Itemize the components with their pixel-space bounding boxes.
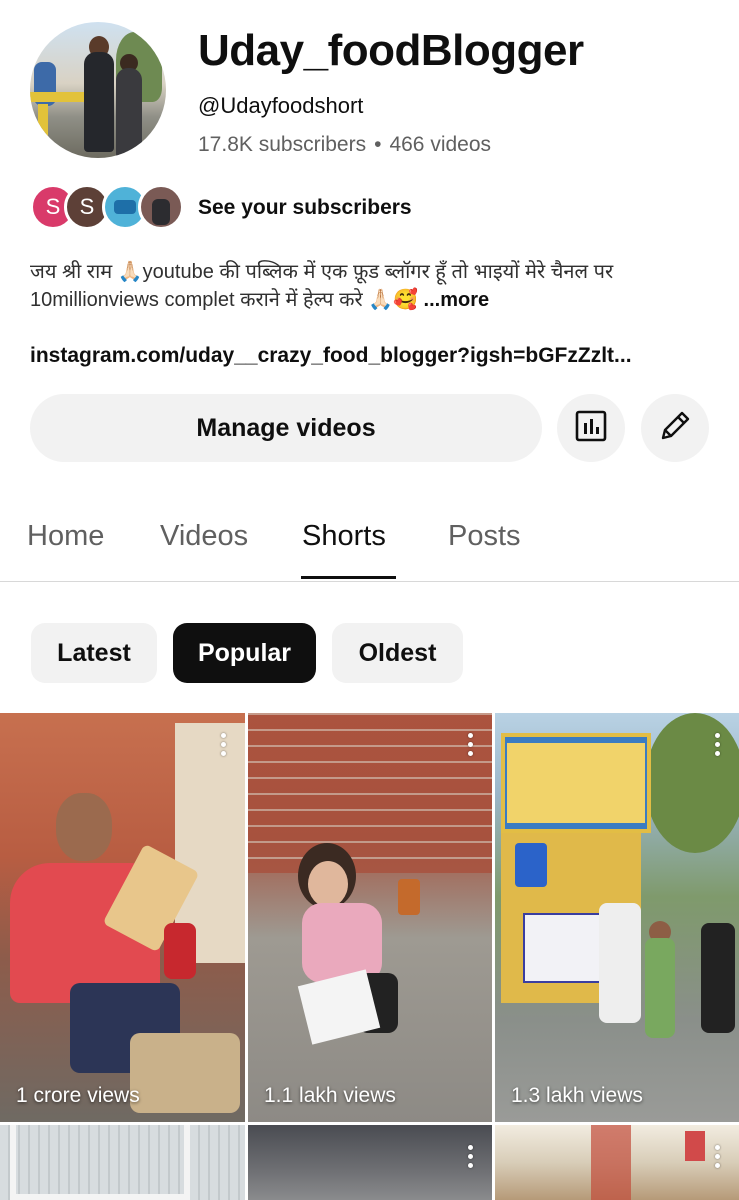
filter-popular-chip[interactable]: Popular — [173, 623, 316, 683]
water-drum — [515, 843, 547, 887]
short-thumbnail[interactable]: 1.1 lakh views — [248, 713, 492, 1122]
short-views: 1.1 lakh views — [264, 1084, 396, 1107]
tab-posts[interactable]: Posts — [448, 520, 521, 553]
stall-banner — [523, 913, 609, 983]
edit-channel-button[interactable] — [641, 394, 709, 462]
description-more-link[interactable]: ...more — [424, 289, 490, 311]
stall-sign-panel — [507, 743, 645, 823]
child — [645, 938, 675, 1038]
brick-wall — [248, 713, 492, 873]
description-text: जय श्री राम 🙏🏻youtube की पब्लिक में एक फ… — [30, 261, 614, 311]
person — [599, 903, 641, 1023]
short-thumbnail[interactable] — [495, 1125, 739, 1200]
short-thumbnail[interactable] — [0, 1125, 245, 1200]
channel-link[interactable]: instagram.com/uday__crazy_food_blogger?i… — [30, 344, 720, 368]
short-thumbnail[interactable]: 1.3 lakh views — [495, 713, 739, 1122]
channel-name: Uday_foodBlogger — [198, 26, 584, 75]
analytics-button[interactable] — [557, 394, 625, 462]
hanging-items — [591, 1125, 631, 1200]
plant-pot — [398, 879, 420, 915]
food-tray — [130, 1033, 240, 1113]
more-options-icon[interactable] — [221, 733, 227, 759]
avatar-railing-post — [38, 104, 48, 158]
short-views: 1 crore views — [16, 1084, 140, 1107]
avatar-person — [116, 68, 142, 158]
see-subscribers-row[interactable]: S S See your subscribers — [30, 184, 530, 234]
stats-separator: • — [374, 133, 382, 156]
short-views: 1.3 lakh views — [511, 1084, 643, 1107]
more-options-icon[interactable] — [468, 1145, 474, 1171]
window-frame — [10, 1125, 190, 1200]
see-subscribers-label[interactable]: See your subscribers — [198, 196, 412, 220]
tab-videos[interactable]: Videos — [160, 520, 248, 553]
girl-face — [308, 861, 348, 907]
red-jar — [164, 923, 196, 979]
video-count: 466 videos — [389, 133, 492, 156]
analytics-icon — [574, 409, 608, 448]
avatar-person — [84, 52, 114, 152]
more-options-icon[interactable] — [715, 1145, 721, 1171]
papers — [297, 969, 381, 1045]
tab-shorts[interactable]: Shorts — [302, 520, 386, 553]
tab-home[interactable]: Home — [27, 520, 104, 553]
more-options-icon[interactable] — [468, 733, 474, 759]
channel-description[interactable]: जय श्री राम 🙏🏻youtube की पब्लिक में एक फ… — [30, 258, 720, 314]
manage-videos-button[interactable]: Manage videos — [30, 394, 542, 462]
short-thumbnail[interactable]: 1 crore views — [0, 713, 245, 1122]
hanging-items — [685, 1131, 705, 1161]
child — [701, 923, 735, 1033]
channel-handle: @Udayfoodshort — [198, 93, 364, 118]
channel-avatar[interactable] — [30, 22, 166, 158]
more-options-icon[interactable] — [715, 733, 721, 759]
subscriber-avatar — [138, 184, 184, 230]
subscriber-count: 17.8K subscribers — [198, 133, 367, 156]
filter-oldest-chip[interactable]: Oldest — [332, 623, 463, 683]
pencil-icon — [657, 408, 693, 449]
short-thumbnail[interactable] — [248, 1125, 492, 1200]
channel-tabs: Home Videos Shorts Posts — [0, 500, 739, 582]
girl-body — [302, 903, 382, 983]
person-head — [56, 793, 112, 861]
filter-latest-chip[interactable]: Latest — [31, 623, 157, 683]
tree — [645, 713, 739, 853]
channel-stats: 17.8K subscribers • 466 videos — [198, 133, 491, 157]
active-tab-indicator — [301, 576, 396, 579]
